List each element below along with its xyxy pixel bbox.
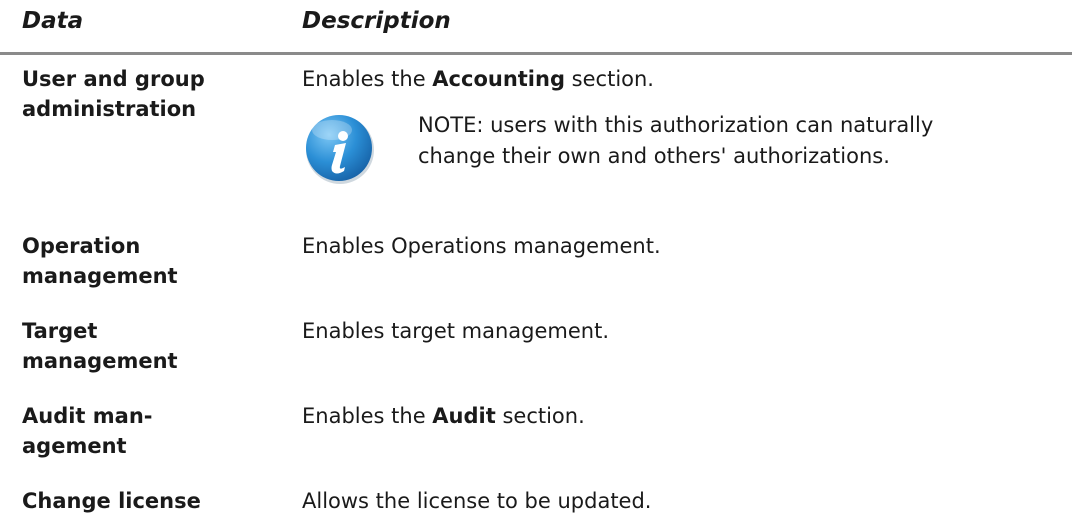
description-bold-text: Accounting — [432, 67, 565, 91]
row-description: Enables the Audit section. — [302, 401, 1062, 431]
row-term: User and group administration — [22, 64, 284, 124]
document-page: Data Description User and group administ… — [0, 0, 1072, 527]
table-row: Target management Enables target managem… — [0, 316, 1072, 386]
description-text: Enables the — [302, 67, 433, 91]
description-text: section. — [495, 404, 585, 428]
term-line: Change license — [22, 489, 201, 513]
table-row: User and group administration Enables th… — [0, 64, 1072, 214]
info-icon — [302, 110, 378, 186]
term-line: Operation — [22, 234, 141, 258]
term-line: Target — [22, 319, 98, 343]
row-description: Allows the license to be updated. — [302, 489, 652, 513]
table-row: Operation management Enables Operations … — [0, 231, 1072, 301]
row-term: Target management — [22, 316, 284, 376]
row-description: Enables Operations management. — [302, 234, 661, 258]
column-header-description: Description — [302, 8, 451, 34]
description-text: Enables the — [302, 404, 433, 428]
description-bold-text: Audit — [432, 404, 496, 428]
table-row: Audit man- agement Enables the Audit sec… — [0, 401, 1072, 471]
term-line: management — [22, 264, 178, 288]
row-term: Audit man- agement — [22, 401, 284, 461]
term-line: management — [22, 349, 178, 373]
note-text: NOTE: users with this authorization can … — [418, 110, 1058, 172]
column-header-data: Data — [22, 8, 84, 34]
term-line: User and group — [22, 67, 205, 91]
term-line: agement — [22, 434, 127, 458]
table-row: Change license Allows the license to be … — [0, 486, 1072, 522]
term-line: Audit man- — [22, 404, 153, 428]
row-description: Enables the Accounting section. — [302, 64, 1062, 94]
note-line: change their own and others' authorizati… — [418, 144, 890, 168]
row-term: Change license — [22, 486, 284, 516]
row-description: Enables target management. — [302, 319, 610, 343]
description-text: section. — [565, 67, 654, 91]
row-term: Operation management — [22, 231, 284, 291]
note-box: NOTE: users with this authorization can … — [302, 110, 1062, 190]
term-line: administration — [22, 97, 197, 121]
table-header: Data Description — [0, 0, 1072, 55]
note-line: NOTE: users with this authorization can … — [418, 113, 934, 137]
